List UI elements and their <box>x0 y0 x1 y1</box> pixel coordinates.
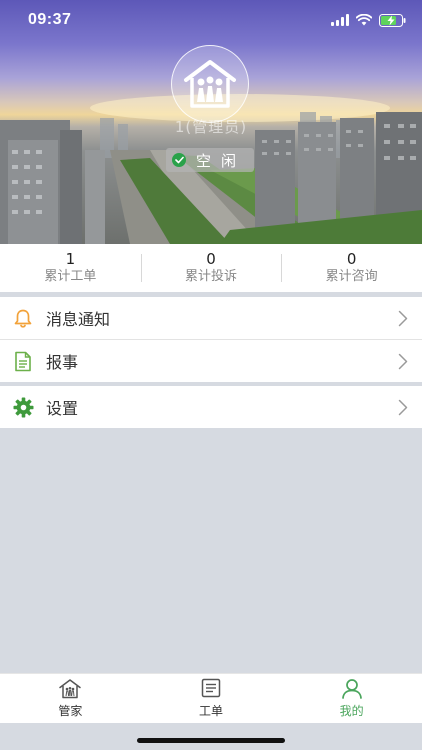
status-bar: 09:37 <box>0 0 422 40</box>
tab-mine[interactable]: 我的 <box>281 674 422 723</box>
menu-item-notifications[interactable]: 消息通知 <box>0 297 422 339</box>
bell-icon <box>12 307 34 329</box>
stats-bar: 1 累计工单 0 累计投诉 0 累计咨询 <box>0 244 422 292</box>
work-status-text: 空闲 <box>196 151 247 170</box>
stat-value: 0 <box>346 250 357 268</box>
battery-charging-icon <box>379 13 406 27</box>
house-icon <box>58 677 82 699</box>
house-family-icon <box>184 60 236 108</box>
check-circle-icon <box>172 153 186 167</box>
home-indicator[interactable] <box>137 738 285 743</box>
document-icon <box>12 350 34 372</box>
menu-item-label: 设置 <box>46 399 79 418</box>
tab-label: 我的 <box>339 704 364 718</box>
status-time: 09:37 <box>28 11 72 28</box>
menu-item-label: 报事 <box>46 353 79 372</box>
tab-butler[interactable]: 管家 <box>0 674 141 723</box>
document-list-icon <box>199 677 223 699</box>
chevron-right-icon <box>398 399 408 416</box>
menu-item-label: 消息通知 <box>46 310 111 329</box>
stat-label: 累计投诉 <box>185 269 238 284</box>
cellular-signal-icon <box>331 14 349 26</box>
bottom-tab-bar: 管家 工单 我的 <box>0 673 422 723</box>
stat-value: 0 <box>206 250 216 268</box>
menu-group-settings: 设置 <box>0 386 422 428</box>
profile-header: 09:37 1(管理员) 空闲 <box>0 0 422 244</box>
stat-label: 累计工单 <box>44 269 97 284</box>
menu-item-report[interactable]: 报事 <box>0 340 422 382</box>
stat-total-orders[interactable]: 1 累计工单 <box>0 244 141 292</box>
tab-label: 管家 <box>58 704 83 718</box>
avatar[interactable] <box>171 45 249 123</box>
stat-label: 累计咨询 <box>325 269 378 284</box>
wifi-icon <box>356 14 372 26</box>
tab-work-orders[interactable]: 工单 <box>141 674 282 723</box>
user-name: 1(管理员) <box>174 118 248 136</box>
work-status-badge[interactable]: 空闲 <box>166 148 254 172</box>
stat-total-inquiries[interactable]: 0 累计咨询 <box>281 244 422 292</box>
stat-value: 1 <box>65 250 76 268</box>
chevron-right-icon <box>398 353 408 370</box>
home-indicator-area <box>0 723 422 750</box>
menu-group-main: 消息通知 报事 <box>0 297 422 382</box>
chevron-right-icon <box>398 310 408 327</box>
tab-label: 工单 <box>199 704 224 718</box>
person-icon <box>340 677 364 699</box>
stat-total-complaints[interactable]: 0 累计投诉 <box>140 244 282 292</box>
gear-icon <box>12 396 34 418</box>
menu-item-settings[interactable]: 设置 <box>0 386 422 428</box>
